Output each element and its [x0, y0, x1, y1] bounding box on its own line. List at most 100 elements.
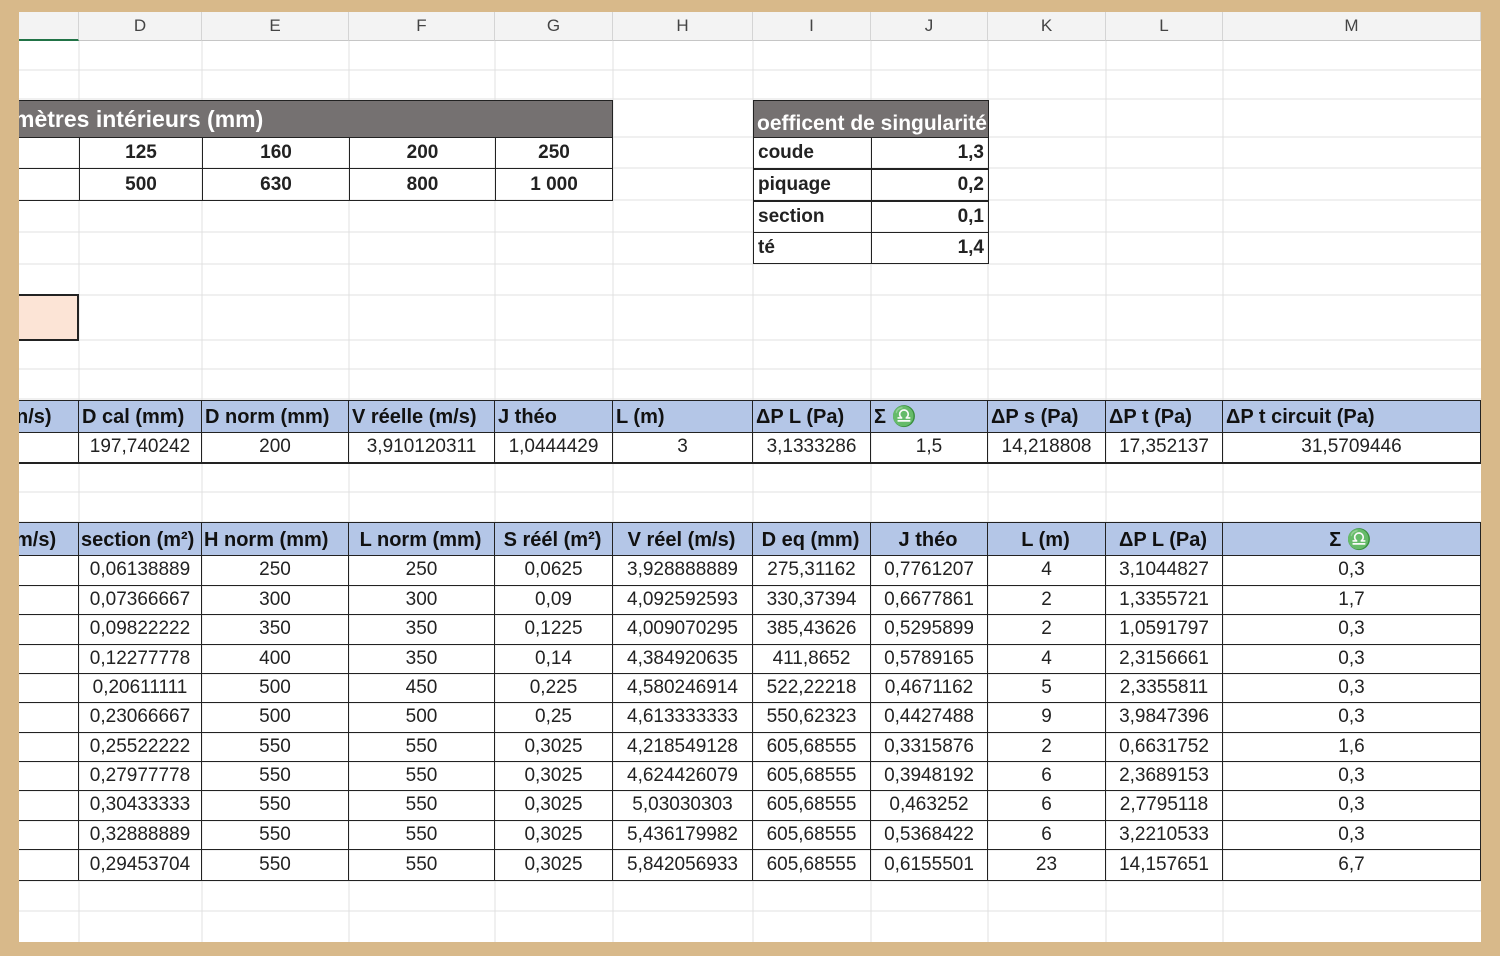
- table2-data-cell[interactable]: 250: [349, 555, 495, 586]
- table1-header-cell[interactable]: Σ ♎: [871, 400, 988, 433]
- table2-data-cell[interactable]: 5,436179982: [613, 821, 753, 850]
- table1-data-cell[interactable]: 200: [202, 432, 349, 464]
- table2-data-cell[interactable]: 0,0625: [495, 555, 613, 586]
- sing-value-coude[interactable]: 1,3: [871, 137, 989, 169]
- table2-data-cell[interactable]: 550: [202, 791, 349, 821]
- table2-data-cell[interactable]: 275,31162: [753, 555, 871, 586]
- table2-header-cell[interactable]: J théo: [871, 522, 988, 556]
- table2-data-cell[interactable]: 0,7761207: [871, 555, 988, 586]
- column-header-G[interactable]: G: [495, 12, 613, 41]
- table2-data-cell[interactable]: 450: [349, 674, 495, 703]
- table2-data-cell[interactable]: 0,6677861: [871, 586, 988, 615]
- table2-data-cell[interactable]: 522,22218: [753, 674, 871, 703]
- table2-data-cell[interactable]: 550: [349, 762, 495, 791]
- column-header-I[interactable]: I: [753, 12, 871, 41]
- table1-header-cell[interactable]: L (m): [613, 400, 753, 433]
- table2-data-cell[interactable]: 350: [349, 645, 495, 674]
- select-all-corner[interactable]: [19, 12, 79, 41]
- column-header-K[interactable]: K: [988, 12, 1106, 41]
- table2-data-cell[interactable]: 2: [988, 733, 1106, 762]
- table2-header-cell[interactable]: S réél (m²): [495, 522, 613, 556]
- table1-header-cell[interactable]: ΔP t (Pa): [1106, 400, 1223, 433]
- table2-header-cell[interactable]: D eq (mm): [753, 522, 871, 556]
- table2-data-cell[interactable]: 0,3315876: [871, 733, 988, 762]
- table2-data-cell[interactable]: 300: [202, 586, 349, 615]
- table2-header-cell[interactable]: H norm (mm): [202, 522, 349, 556]
- table1-data-cell[interactable]: 31,5709446: [1223, 432, 1481, 464]
- table2-data-cell[interactable]: 0,3: [1223, 555, 1481, 586]
- table2-header-cell[interactable]: ΔP L (Pa): [1106, 522, 1223, 556]
- table2-data-cell[interactable]: 2,3355811: [1106, 674, 1223, 703]
- table2-data-cell[interactable]: 0,6155501: [871, 850, 988, 881]
- table2-data-cell[interactable]: 4: [988, 555, 1106, 586]
- table1-header-cell[interactable]: D cal (mm): [79, 400, 202, 433]
- table2-data-cell[interactable]: 550: [202, 821, 349, 850]
- table2-data-cell[interactable]: 0,30433333: [79, 791, 202, 821]
- table2-data-cell[interactable]: 550,62323: [753, 703, 871, 733]
- table2-data-cell[interactable]: 4,009070295: [613, 615, 753, 645]
- table2-data-cell[interactable]: 6: [988, 821, 1106, 850]
- table2-data-cell[interactable]: [19, 674, 79, 703]
- column-header-F[interactable]: F: [349, 12, 495, 41]
- sing-label-piquage[interactable]: piquage: [753, 169, 872, 201]
- table1-header-cell[interactable]: ΔP s (Pa): [988, 400, 1106, 433]
- table2-data-cell[interactable]: 1,0591797: [1106, 615, 1223, 645]
- table1-data-cell[interactable]: [19, 432, 79, 464]
- table2-data-cell[interactable]: 0,3: [1223, 791, 1481, 821]
- table2-data-cell[interactable]: 0,23066667: [79, 703, 202, 733]
- table2-data-cell[interactable]: 0,3025: [495, 762, 613, 791]
- table1-data-cell[interactable]: 14,218808: [988, 432, 1106, 464]
- table2-data-cell[interactable]: [19, 791, 79, 821]
- table2-data-cell[interactable]: 9: [988, 703, 1106, 733]
- table2-data-cell[interactable]: 5: [988, 674, 1106, 703]
- table2-data-cell[interactable]: 3,9847396: [1106, 703, 1223, 733]
- table2-data-cell[interactable]: 1,7: [1223, 586, 1481, 615]
- diam-table-title[interactable]: mètres intérieurs (mm): [19, 100, 613, 138]
- table2-data-cell[interactable]: 5,842056933: [613, 850, 753, 881]
- table2-data-cell[interactable]: 0,4427488: [871, 703, 988, 733]
- table2-header-cell[interactable]: V réel (m/s): [613, 522, 753, 556]
- table2-data-cell[interactable]: 605,68555: [753, 762, 871, 791]
- table2-data-cell[interactable]: 0,3: [1223, 762, 1481, 791]
- table2-data-cell[interactable]: 0,4671162: [871, 674, 988, 703]
- table1-data-cell[interactable]: 3: [613, 432, 753, 464]
- table2-header-cell[interactable]: section (m²): [79, 522, 202, 556]
- table2-data-cell[interactable]: 4,624426079: [613, 762, 753, 791]
- table2-data-cell[interactable]: [19, 555, 79, 586]
- table2-data-cell[interactable]: 0,12277778: [79, 645, 202, 674]
- table2-data-cell[interactable]: 0,5295899: [871, 615, 988, 645]
- column-header-D[interactable]: D: [79, 12, 202, 41]
- table2-data-cell[interactable]: 4: [988, 645, 1106, 674]
- table2-data-cell[interactable]: 0,463252: [871, 791, 988, 821]
- table2-data-cell[interactable]: [19, 586, 79, 615]
- table2-header-cell[interactable]: m/s): [19, 522, 79, 556]
- table2-data-cell[interactable]: 550: [202, 733, 349, 762]
- sing-label-té[interactable]: té: [753, 232, 872, 264]
- sing-label-section[interactable]: section: [753, 201, 872, 233]
- table1-header-cell[interactable]: n/s): [19, 400, 79, 433]
- table2-data-cell[interactable]: 0,3025: [495, 791, 613, 821]
- table2-data-cell[interactable]: 0,3: [1223, 615, 1481, 645]
- diam-value-cell[interactable]: 250: [495, 137, 613, 169]
- table2-data-cell[interactable]: 0,6631752: [1106, 733, 1223, 762]
- table2-data-cell[interactable]: 14,157651: [1106, 850, 1223, 881]
- table2-data-cell[interactable]: 350: [202, 615, 349, 645]
- column-header-E[interactable]: E: [202, 12, 349, 41]
- table2-data-cell[interactable]: 4,384920635: [613, 645, 753, 674]
- table2-data-cell[interactable]: 0,5368422: [871, 821, 988, 850]
- table2-data-cell[interactable]: 605,68555: [753, 733, 871, 762]
- diam-value-cell[interactable]: 160: [202, 137, 350, 169]
- table2-data-cell[interactable]: 0,1225: [495, 615, 613, 645]
- table1-header-cell[interactable]: V réelle (m/s): [349, 400, 495, 433]
- table2-data-cell[interactable]: 2,3689153: [1106, 762, 1223, 791]
- table2-data-cell[interactable]: 330,37394: [753, 586, 871, 615]
- table2-data-cell[interactable]: 1,3355721: [1106, 586, 1223, 615]
- table2-data-cell[interactable]: 350: [349, 615, 495, 645]
- table2-data-cell[interactable]: [19, 762, 79, 791]
- table2-data-cell[interactable]: 500: [349, 703, 495, 733]
- table2-data-cell[interactable]: 4,580246914: [613, 674, 753, 703]
- column-header-L[interactable]: L: [1106, 12, 1223, 41]
- table2-data-cell[interactable]: 5,03030303: [613, 791, 753, 821]
- table2-data-cell[interactable]: 0,09: [495, 586, 613, 615]
- table2-data-cell[interactable]: 6: [988, 791, 1106, 821]
